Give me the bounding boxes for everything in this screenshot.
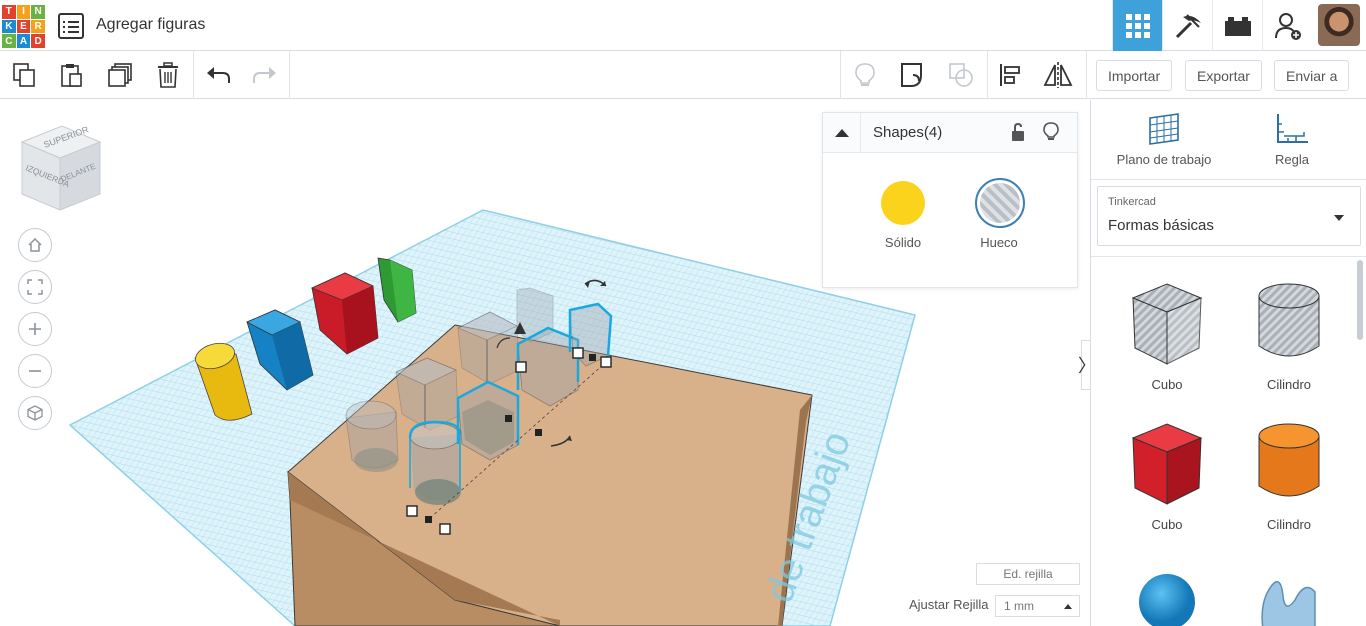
design-list-icon[interactable] (58, 13, 84, 39)
home-view-icon[interactable] (18, 228, 52, 262)
edit-toolbar: Importar Exportar Enviar a (0, 51, 1366, 99)
mirror-icon[interactable] (1043, 60, 1073, 90)
shapes-panel: Plano de trabajo Regla Tinkercad Formas … (1090, 100, 1366, 626)
trash-icon[interactable] (153, 60, 183, 90)
edit-grid-button[interactable]: Ed. rejilla (976, 563, 1080, 585)
logo-letter: D (31, 34, 45, 48)
shape-tile-label: Cilindro (1266, 377, 1312, 392)
shape-tile-cube[interactable]: Cubo (1107, 418, 1227, 532)
undo-icon[interactable] (203, 60, 233, 90)
top-right-controls (1112, 0, 1366, 51)
tinkercad-logo[interactable]: T I N K E R C A D (2, 5, 45, 48)
workplane-tool-label: Plano de trabajo (1116, 152, 1212, 167)
red-cube-icon (1131, 423, 1203, 505)
bricks-icon[interactable] (1212, 0, 1262, 51)
inspector-header: Shapes(4) (823, 113, 1077, 153)
hole-cube-icon (1131, 283, 1203, 365)
panel-scrollbar[interactable] (1357, 260, 1363, 340)
logo-letter: T (2, 5, 16, 19)
hole-cylinder-1[interactable] (345, 400, 399, 472)
solid-label: Sólido (884, 235, 922, 250)
caret-up-icon (1064, 604, 1072, 609)
logo-letter: K (2, 19, 16, 34)
orange-cylinder-icon (1258, 423, 1320, 497)
logo-letter: N (31, 5, 45, 19)
sphere-icon (1139, 574, 1195, 626)
solid-swatch[interactable] (881, 181, 925, 225)
shape-tile-label: Cilindro (1266, 517, 1312, 532)
pickaxe-icon[interactable] (1162, 0, 1212, 51)
design-title[interactable]: Agregar figuras (96, 16, 205, 34)
shape-tile-hole-cube[interactable]: Cubo (1107, 278, 1227, 392)
panel-tools: Plano de trabajo Regla (1091, 100, 1366, 180)
ruler-tool[interactable]: Regla (1227, 110, 1357, 167)
ungroup-icon (946, 60, 976, 90)
snap-grid-select[interactable]: 1 mm (995, 595, 1080, 617)
view-cube[interactable]: SUPERIOR IZQUIERDA DELANTE (20, 124, 102, 211)
logo-letter: R (31, 19, 45, 34)
center-handle[interactable] (535, 429, 542, 436)
shape-tile-scribble[interactable] (1229, 570, 1349, 626)
unlock-icon[interactable] (1009, 122, 1027, 147)
grid-view-icon[interactable] (1112, 0, 1162, 51)
zoom-out-icon[interactable] (18, 354, 52, 388)
resize-handle[interactable] (572, 347, 584, 359)
collapse-inspector-icon[interactable] (823, 113, 861, 153)
group-icon[interactable] (898, 60, 928, 90)
logo-letter: E (16, 19, 31, 34)
resize-handle[interactable] (515, 361, 527, 373)
import-button[interactable]: Importar (1096, 60, 1173, 91)
hole-cylinder-icon (1258, 283, 1320, 357)
paste-icon[interactable] (57, 60, 87, 90)
redo-icon (250, 60, 280, 90)
library-name: Formas básicas (1108, 217, 1214, 234)
user-avatar[interactable] (1318, 4, 1360, 46)
add-user-icon[interactable] (1262, 0, 1312, 51)
scribble-icon (1261, 581, 1316, 626)
hole-label: Hueco (980, 235, 1018, 250)
align-icon[interactable] (996, 60, 1026, 90)
snap-grid-label: Ajustar Rejilla (909, 597, 989, 612)
logo-letter: I (16, 5, 31, 19)
shape-library-select[interactable]: Tinkercad Formas básicas (1097, 186, 1361, 246)
ruler-tool-label: Regla (1275, 152, 1309, 167)
selected-hole-cylinder[interactable] (408, 420, 462, 505)
shape-tile-label: Cubo (1151, 517, 1183, 532)
export-button[interactable]: Exportar (1185, 60, 1262, 91)
inspector-title: Shapes(4) (873, 124, 943, 141)
snap-grid-value: 1 mm (1004, 599, 1034, 613)
collapse-panel-icon[interactable]: 〉 (1078, 340, 1090, 390)
shape-tile-label: Cubo (1151, 377, 1183, 392)
resize-handle[interactable] (439, 523, 451, 535)
shape-tile-hole-cylinder[interactable]: Cilindro (1229, 278, 1349, 392)
hole-swatch[interactable] (975, 178, 1025, 228)
resize-handle[interactable] (600, 356, 612, 368)
workplane-viewport[interactable]: de trabajo SUPERIOR IZQUIERDA DELANTE Sh… (0, 100, 1090, 626)
lightbulb-icon (850, 60, 880, 90)
zoom-in-icon[interactable] (18, 312, 52, 346)
workplane-tool[interactable]: Plano de trabajo (1099, 110, 1229, 167)
copy-icon[interactable] (10, 60, 40, 90)
ruler-icon (1277, 114, 1308, 143)
logo-letter: A (16, 34, 31, 48)
resize-handle[interactable] (406, 505, 418, 517)
duplicate-icon[interactable] (105, 60, 135, 90)
center-handle[interactable] (505, 415, 512, 422)
logo-letter: C (2, 34, 16, 48)
center-handle[interactable] (425, 516, 432, 523)
send-to-button[interactable]: Enviar a (1274, 60, 1350, 91)
library-provider: Tinkercad (1108, 196, 1156, 208)
top-bar: T I N K E R C A D Agregar figuras (0, 0, 1366, 51)
perspective-icon[interactable] (18, 396, 52, 430)
fit-view-icon[interactable] (18, 270, 52, 304)
center-handle[interactable] (589, 354, 596, 361)
light-bulb-icon[interactable] (1043, 122, 1059, 147)
chevron-down-icon (1334, 215, 1344, 221)
shape-tile-cylinder[interactable]: Cilindro (1229, 418, 1349, 532)
workplane-icon (1149, 113, 1179, 145)
shape-inspector: Shapes(4) Sólido Hueco (822, 112, 1078, 288)
shape-tile-sphere[interactable] (1107, 566, 1227, 626)
